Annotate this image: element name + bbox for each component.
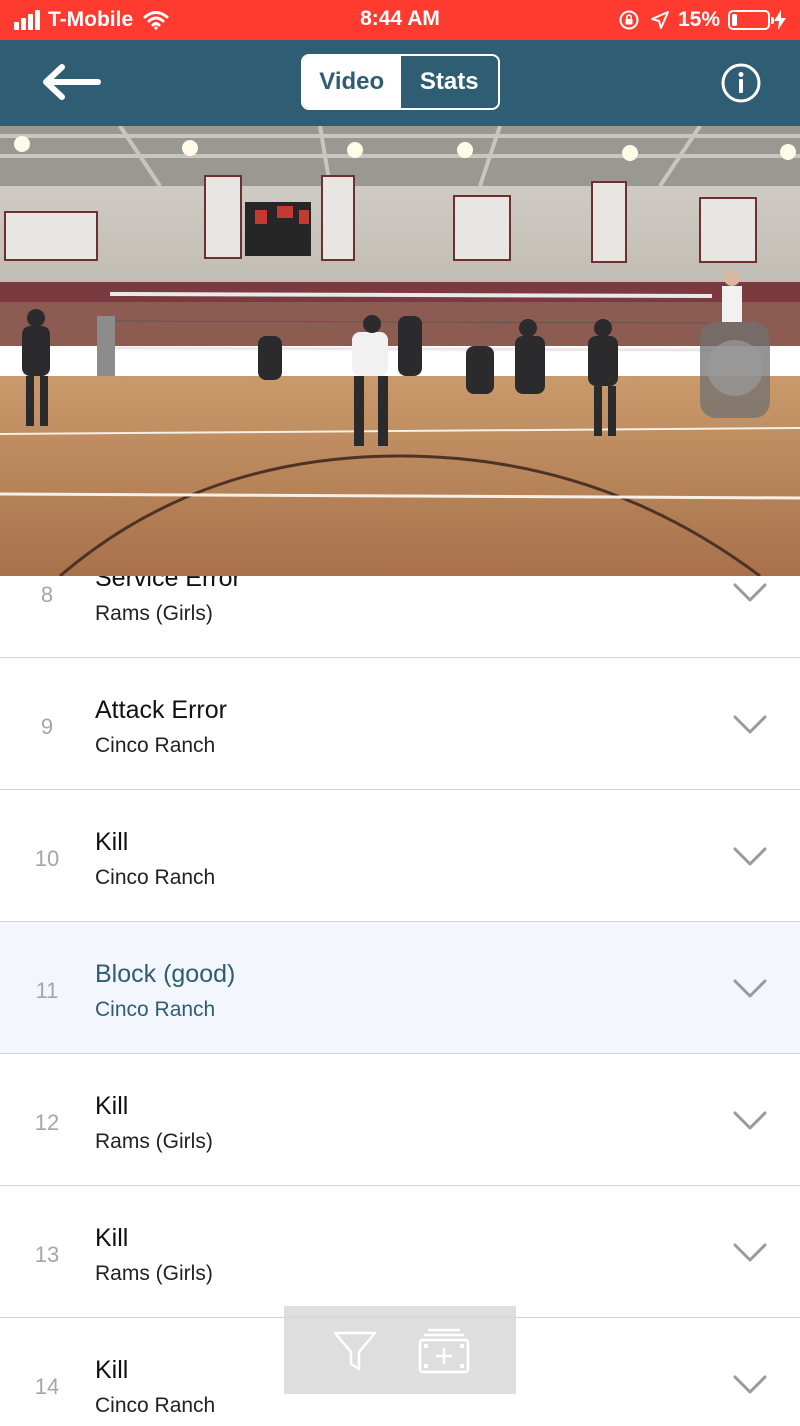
plays-list: 8 Service Error Rams (Girls) 9 Attack Error C… [0, 576, 800, 1426]
play-row[interactable]: 10 Kill Cinco Ranch [0, 790, 800, 922]
play-team: Cinco Ranch [95, 1394, 216, 1417]
chevron-down-icon[interactable] [732, 846, 768, 868]
play-title: Service Error [95, 576, 241, 592]
play-title: Block (good) [95, 960, 236, 988]
play-team: Cinco Ranch [95, 734, 216, 757]
info-icon [721, 63, 761, 103]
play-row[interactable]: 13 Kill Rams (Girls) [0, 1186, 800, 1318]
tab-stats[interactable]: Stats [401, 56, 499, 108]
chevron-down-icon[interactable] [732, 714, 768, 736]
chevron-down-icon[interactable] [732, 1242, 768, 1264]
play-row[interactable]: 11 Block (good) Cinco Ranch [0, 922, 800, 1054]
play-row[interactable]: 12 Kill Rams (Girls) [0, 1054, 800, 1186]
chevron-down-icon[interactable] [732, 582, 768, 604]
play-number: 11 [35, 978, 59, 1003]
floating-toolbar [284, 1306, 516, 1394]
play-number: 8 [40, 582, 54, 607]
arrow-left-icon [43, 64, 101, 100]
battery-icon [728, 10, 774, 30]
back-button[interactable] [40, 62, 102, 102]
info-button[interactable] [720, 62, 762, 104]
play-team: Rams (Girls) [95, 1130, 213, 1153]
play-title: Kill [95, 828, 129, 856]
play-title: Kill [95, 1224, 129, 1252]
play-title: Kill [95, 1356, 129, 1384]
charging-bolt-icon [774, 10, 786, 30]
tab-video[interactable]: Video [303, 56, 401, 108]
view-segmented-control: Video Stats [301, 54, 500, 110]
chevron-down-icon[interactable] [732, 978, 768, 1000]
play-number: 10 [34, 846, 60, 871]
play-team: Rams (Girls) [95, 1262, 213, 1285]
play-number: 14 [34, 1374, 60, 1399]
play-team: Rams (Girls) [95, 602, 213, 625]
location-arrow-icon [650, 11, 669, 29]
filter-icon [333, 1331, 377, 1371]
play-title: Attack Error [95, 696, 227, 724]
battery-percent: 15% [677, 8, 720, 31]
play-number: 13 [34, 1242, 60, 1267]
play-team: Cinco Ranch [95, 998, 216, 1021]
play-number: 9 [40, 714, 54, 739]
add-clip-button[interactable] [418, 1328, 470, 1379]
video-frame [0, 126, 800, 576]
video-player[interactable] [0, 126, 800, 576]
play-row[interactable]: 8 Service Error Rams (Girls) [0, 576, 800, 658]
add-clip-icon [418, 1328, 470, 1374]
filter-button[interactable] [332, 1328, 378, 1379]
play-team: Cinco Ranch [95, 866, 216, 889]
nav-bar: Video Stats [0, 40, 800, 126]
play-number: 12 [34, 1110, 60, 1135]
chevron-down-icon[interactable] [732, 1374, 768, 1396]
status-bar: T-Mobile 8:44 AM 15% [0, 0, 800, 40]
play-title: Kill [95, 1092, 129, 1120]
play-row[interactable]: 9 Attack Error Cinco Ranch [0, 658, 800, 790]
chevron-down-icon[interactable] [732, 1110, 768, 1132]
orientation-lock-icon [619, 10, 639, 30]
